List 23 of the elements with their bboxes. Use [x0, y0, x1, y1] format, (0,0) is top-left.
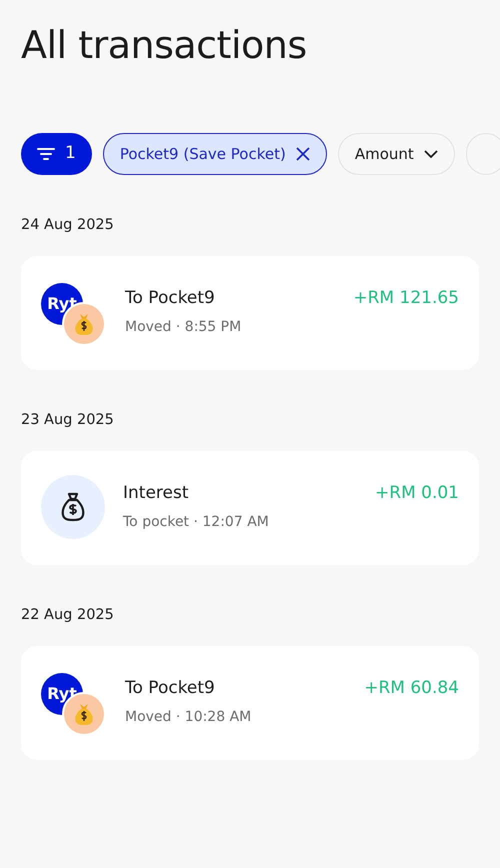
page-title: All transactions [21, 22, 308, 69]
money-bag-icon [60, 492, 86, 522]
money-bag-icon [73, 702, 95, 726]
date-label: 22 Aug 2025 [21, 606, 115, 625]
transaction-title: To Pocket9 [125, 677, 216, 699]
filter-chip[interactable]: Pocket9 (Save Pocket) [102, 133, 327, 175]
transaction-title: Interest [123, 482, 190, 504]
transaction-amount: +RM 0.01 [375, 482, 459, 505]
transaction-subtitle: To pocket · 12:07 AM [123, 513, 270, 532]
transaction-subtitle: Moved · 10:28 AM [125, 708, 252, 727]
transaction-title: To Pocket9 [125, 287, 216, 309]
close-icon[interactable] [296, 147, 310, 161]
filter-icon [37, 147, 55, 161]
filter-button[interactable]: 1 [21, 133, 92, 175]
transaction-card[interactable]: Interest To pocket · 12:07 AM +RM 0.01 [21, 451, 479, 565]
transaction-subtitle: Moved · 8:55 PM [125, 318, 242, 337]
date-label: 24 Aug 2025 [21, 216, 115, 235]
transaction-amount: +RM 121.65 [353, 287, 459, 310]
chevron-down-icon [424, 150, 438, 158]
transaction-amount: +RM 60.84 [364, 677, 459, 700]
filter-chip[interactable]: Amount [338, 133, 455, 175]
money-bag-icon [73, 312, 95, 336]
date-label: 23 Aug 2025 [21, 411, 115, 430]
